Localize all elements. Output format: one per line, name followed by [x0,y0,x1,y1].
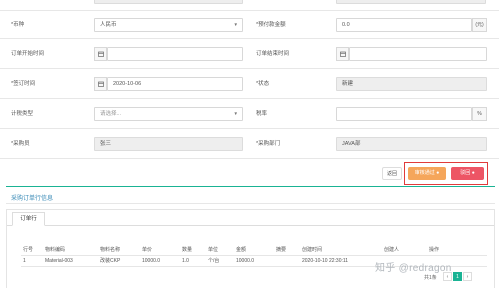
buyer-field: 张三 [94,137,243,151]
submit-button[interactable]: 审核通过 ● [408,167,446,180]
cell-created-time: 2020-10-10 22:30:11 [300,255,382,267]
sign-time-value: 2020-10-06 [113,81,142,87]
check-circle-icon: ● [436,170,440,176]
currency-value: 人民币 [100,22,117,28]
currency-select[interactable]: 人民币 ▼ [94,18,243,32]
chevron-down-icon: ▼ [233,111,238,116]
order-start-input[interactable] [107,47,243,61]
status-field: 新建 [336,77,487,91]
top-cutoff-field-left [94,0,243,4]
sign-time-input[interactable]: 2020-10-06 [107,77,243,91]
prepay-label: *预付款金额 [256,22,286,28]
cell-summary [274,255,300,267]
plan-type-select[interactable]: 请选择... ▼ [94,107,243,121]
col-header: 数量 [180,244,206,256]
calendar-icon[interactable] [336,47,349,61]
divider [6,203,495,204]
reject-label: 驳回 [460,170,471,176]
top-cutoff-field-right [336,0,486,4]
chevron-down-icon: ▼ [233,22,238,27]
section-accent-line [6,186,495,187]
reject-button[interactable]: 驳回 ● [451,167,484,180]
plan-type-label: 计税类型 [11,111,34,117]
cell-unit: 个/台 [206,255,234,267]
col-header: 物料名称 [98,244,140,256]
pager-summary: 共1条 [424,275,437,281]
watermark: 知乎 @redragon [375,263,452,274]
prepay-unit: (元) [472,18,487,32]
col-header: 单位 [206,244,234,256]
col-header: 单价 [140,244,180,256]
divider [0,158,499,159]
plan-type-placeholder: 请选择... [100,111,122,117]
order-end-input[interactable] [349,47,487,61]
tab-bar-line [7,225,494,226]
order-start-label: 订单开始时间 [11,51,45,57]
cell-amount: 10000.0 [234,255,274,267]
prepay-value: 0.0 [342,22,350,28]
currency-label: *币种 [11,22,25,28]
order-end-label: 订单结束时间 [256,51,290,57]
tax-input[interactable] [336,107,472,121]
buyer-value: 张三 [100,141,112,147]
col-header: 金额 [234,244,274,256]
section-title: 采购订单行信息 [11,196,54,202]
status-label: *状态 [256,81,270,87]
divider [0,10,499,11]
divider [0,98,499,99]
calendar-icon[interactable] [94,47,107,61]
calendar-icon[interactable] [94,77,107,91]
dept-label: *采购部门 [256,141,281,147]
cell-quantity: 1.0 [180,255,206,267]
col-header: 操作 [427,244,487,256]
close-circle-icon: ● [471,170,475,176]
prepay-input[interactable]: 0.0 [336,18,472,32]
pager-page-button[interactable]: 1 [453,272,462,281]
submit-label: 审核通过 [414,170,435,176]
cell-material-name: 改装CKP [98,255,140,267]
cell-line-no: 1 [21,255,43,267]
sign-time-label: *签订时间 [11,81,36,87]
dept-value: JAVA部 [342,141,361,147]
col-header: 摘要 [274,244,300,256]
col-header: 行号 [21,244,43,256]
divider [0,128,499,129]
cell-unit-price: 10000.0 [140,255,180,267]
col-header: 创建时间 [300,244,382,256]
table-header-row: 行号 物料编码 物料名称 单价 数量 单位 金额 摘要 创建时间 创建人 操作 [21,244,487,256]
col-header: 创建人 [382,244,427,256]
divider [0,68,499,69]
tab-order-lines[interactable]: 订单行 [12,212,45,226]
status-value: 新建 [342,81,354,87]
tax-label: 税率 [256,111,268,117]
buyer-label: *采购员 [11,141,30,147]
col-header: 物料编码 [43,244,98,256]
tax-unit: % [472,107,487,121]
back-button[interactable]: 返回 [382,167,402,180]
cell-material-code: Material-003 [43,255,98,267]
pager-next-button[interactable]: › [463,272,472,281]
divider [0,38,499,39]
dept-field: JAVA部 [336,137,487,151]
